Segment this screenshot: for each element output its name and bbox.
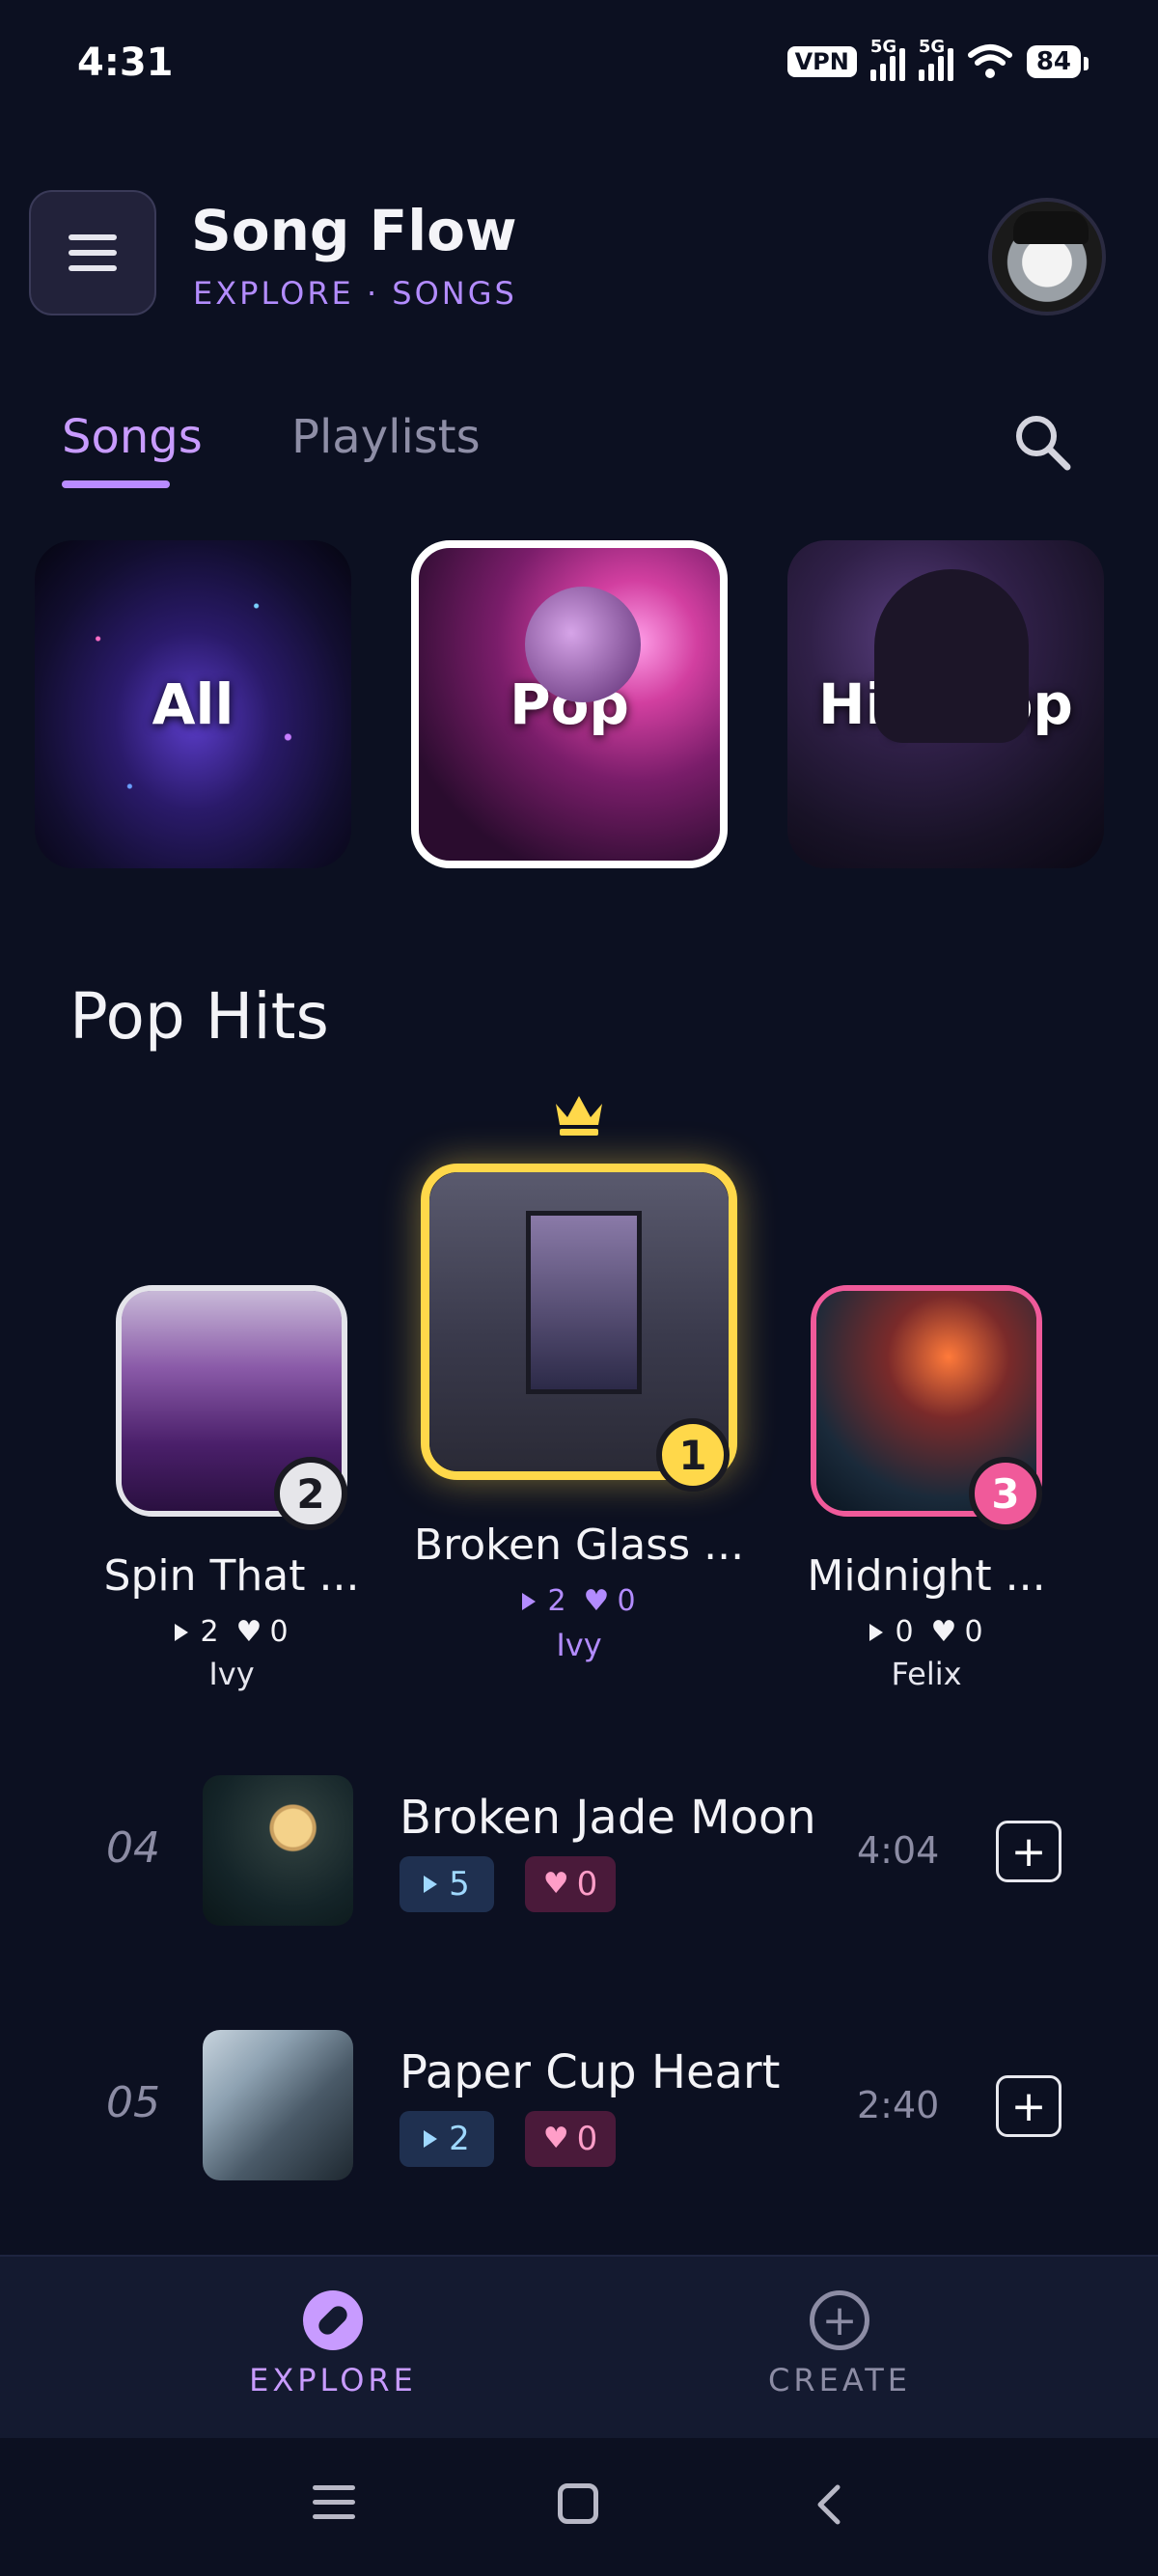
like-count-pill: ♥ 0 bbox=[525, 1856, 616, 1912]
plus-icon: + bbox=[1010, 2081, 1047, 2131]
add-song-button[interactable]: + bbox=[996, 1821, 1062, 1882]
heart-icon: ♥ bbox=[542, 2122, 569, 2155]
podium-artist-2[interactable]: Ivy bbox=[87, 1656, 376, 1692]
battery-indicator: 84 bbox=[1026, 45, 1089, 78]
active-tab-indicator bbox=[62, 480, 170, 488]
menu-button[interactable] bbox=[29, 190, 156, 315]
signal-icon: 5G bbox=[869, 37, 905, 81]
like-count: 0 bbox=[576, 1865, 598, 1904]
play-count-pill: 5 bbox=[400, 1856, 494, 1912]
podium-stats-3: 0 ♥ 0 bbox=[782, 1615, 1071, 1649]
play-icon bbox=[175, 1623, 189, 1641]
status-time: 4:31 bbox=[77, 41, 174, 85]
heart-icon: ♥ bbox=[235, 1614, 262, 1649]
signal-label: 5G bbox=[918, 37, 946, 57]
recent-apps-icon[interactable] bbox=[313, 2485, 355, 2519]
play-count: 5 bbox=[449, 1865, 470, 1904]
rank-badge-3: 3 bbox=[969, 1457, 1042, 1530]
tab-playlists[interactable]: Playlists bbox=[291, 410, 481, 464]
status-icons: VPN 5G 5G 84 bbox=[786, 37, 1089, 81]
vpn-badge: VPN bbox=[786, 46, 857, 77]
nav-explore[interactable]: EXPLORE bbox=[232, 2290, 434, 2398]
heart-icon: ♥ bbox=[930, 1614, 957, 1649]
heart-icon: ♥ bbox=[583, 1583, 610, 1618]
podium-stats-2: 2 ♥ 0 bbox=[87, 1615, 376, 1649]
podium-title-2[interactable]: Spin That ... bbox=[87, 1551, 376, 1601]
play-icon bbox=[869, 1623, 884, 1641]
tab-songs[interactable]: Songs bbox=[62, 410, 203, 464]
heart-icon: ♥ bbox=[542, 1867, 569, 1901]
nav-label: EXPLORE bbox=[249, 2362, 417, 2398]
song-thumbnail[interactable] bbox=[203, 1775, 353, 1926]
podium-artist-1[interactable]: Ivy bbox=[386, 1627, 772, 1663]
crown-icon bbox=[556, 1096, 602, 1136]
song-duration: 2:40 bbox=[857, 2084, 940, 2126]
genre-label: Hip-Hop bbox=[818, 671, 1073, 737]
plus-circle-icon: + bbox=[810, 2290, 869, 2350]
rank-badge-1: 1 bbox=[656, 1418, 730, 1492]
like-count: 0 bbox=[269, 1615, 289, 1649]
nav-label: CREATE bbox=[768, 2362, 911, 2398]
like-count: 0 bbox=[617, 1584, 636, 1618]
podium-title-3[interactable]: Midnight ... bbox=[782, 1551, 1071, 1601]
genre-card-all[interactable]: All bbox=[35, 540, 351, 868]
play-count: 2 bbox=[449, 2120, 470, 2158]
compass-icon bbox=[303, 2290, 363, 2350]
menu-icon bbox=[69, 234, 117, 240]
like-count: 0 bbox=[576, 2120, 598, 2158]
play-count: 0 bbox=[895, 1615, 914, 1649]
song-thumbnail[interactable] bbox=[203, 2030, 353, 2180]
bottom-nav bbox=[0, 2255, 1158, 2438]
plus-icon: + bbox=[1010, 1826, 1047, 1877]
genre-card-hip-hop[interactable]: Hip-Hop bbox=[787, 540, 1104, 868]
breadcrumb: EXPLORE · SONGS bbox=[193, 275, 517, 312]
play-icon bbox=[424, 2130, 438, 2148]
play-count: 2 bbox=[547, 1584, 566, 1618]
play-icon bbox=[424, 1876, 438, 1893]
like-count-pill: ♥ 0 bbox=[525, 2111, 616, 2167]
podium-stats-1: 2 ♥ 0 bbox=[386, 1584, 772, 1618]
nav-create[interactable]: + CREATE bbox=[743, 2290, 936, 2398]
rank-badge-2: 2 bbox=[274, 1457, 347, 1530]
add-song-button[interactable]: + bbox=[996, 2075, 1062, 2137]
play-icon bbox=[522, 1592, 537, 1610]
section-title: Pop Hits bbox=[69, 979, 329, 1054]
avatar[interactable] bbox=[988, 198, 1106, 315]
wifi-icon bbox=[967, 44, 1012, 78]
play-count-pill: 2 bbox=[400, 2111, 494, 2167]
podium-artist-3[interactable]: Felix bbox=[782, 1656, 1071, 1692]
row-number: 05 bbox=[106, 2078, 160, 2127]
row-number: 04 bbox=[106, 1823, 160, 1873]
back-icon[interactable] bbox=[807, 2481, 853, 2528]
search-icon[interactable] bbox=[1009, 409, 1075, 475]
signal-label: 5G bbox=[869, 37, 897, 57]
genre-label: Pop bbox=[510, 671, 629, 737]
like-count: 0 bbox=[964, 1615, 983, 1649]
genre-card-pop[interactable]: Pop bbox=[411, 540, 728, 868]
song-title[interactable]: Paper Cup Heart bbox=[400, 2045, 780, 2099]
song-title[interactable]: Broken Jade Moon bbox=[400, 1791, 816, 1845]
app-title: Song Flow bbox=[191, 198, 517, 263]
home-icon[interactable] bbox=[558, 2483, 598, 2524]
podium-title-1[interactable]: Broken Glass ... bbox=[386, 1521, 772, 1570]
signal-icon: 5G bbox=[918, 37, 953, 81]
song-duration: 4:04 bbox=[857, 1829, 940, 1872]
play-count: 2 bbox=[200, 1615, 219, 1649]
genre-label: All bbox=[152, 671, 234, 737]
